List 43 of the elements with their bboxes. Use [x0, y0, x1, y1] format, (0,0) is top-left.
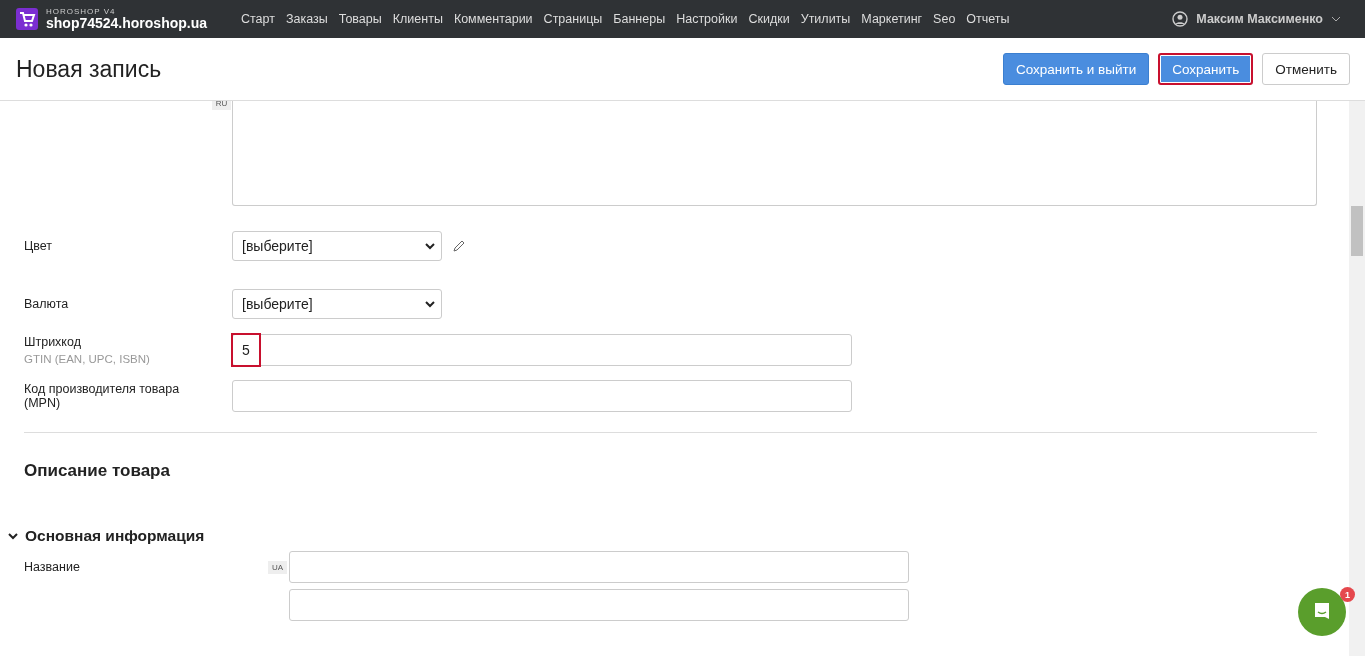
- nav-link[interactable]: Скидки: [748, 12, 790, 26]
- select-field[interactable]: [выберите]: [232, 231, 442, 261]
- cart-logo-icon[interactable]: [16, 8, 38, 30]
- user-avatar-icon[interactable]: [1172, 11, 1189, 27]
- chevron-icon[interactable]: [8, 532, 18, 540]
- text-field[interactable]: [289, 589, 909, 621]
- nav-link[interactable]: Страницы: [543, 12, 603, 26]
- section-title: Описание товара: [24, 461, 171, 481]
- pencil-icon[interactable]: [452, 239, 466, 253]
- field-label: Код производителя товара (MPN): [24, 382, 181, 410]
- nav-link[interactable]: Старт: [241, 12, 275, 26]
- nav-link[interactable]: Клиенты: [392, 12, 443, 26]
- page-title: Новая запись: [16, 55, 162, 83]
- select-field[interactable]: [выберите]: [232, 289, 442, 319]
- text-field[interactable]: 5: [232, 334, 852, 366]
- scrollbar[interactable]: [1349, 101, 1365, 656]
- field-label: Название: [24, 560, 81, 574]
- language-tag: UA: [268, 560, 287, 574]
- chevron-down-icon[interactable]: [425, 242, 435, 250]
- nav-link[interactable]: Комментарии: [453, 12, 533, 26]
- nav-link[interactable]: Товары: [338, 12, 382, 26]
- nav-link[interactable]: Seo: [933, 12, 956, 26]
- text-field[interactable]: [289, 551, 909, 583]
- nav-link[interactable]: Маркетинг: [861, 12, 923, 26]
- field-label: Цвет: [24, 239, 53, 253]
- group-title[interactable]: Основная информация: [25, 527, 205, 545]
- user-name[interactable]: Максим Максименко: [1196, 12, 1323, 26]
- field-hint: GTIN (EAN, UPC, ISBN): [24, 353, 151, 365]
- field-label: Штрихкод: [24, 335, 82, 349]
- nav-link[interactable]: Настройки: [676, 12, 738, 26]
- cancel-button[interactable]: Отменить: [1262, 53, 1350, 85]
- language-tag: RU: [212, 101, 231, 110]
- nav-link[interactable]: Заказы: [285, 12, 328, 26]
- nav-link[interactable]: Баннеры: [613, 12, 666, 26]
- chat-button[interactable]: [1298, 588, 1346, 636]
- nav-link[interactable]: Отчеты: [966, 12, 1010, 26]
- brand-subtitle: HOROSHOP V4: [46, 8, 117, 16]
- field-label: Валюта: [24, 297, 70, 311]
- speech-bubble-icon[interactable]: [1313, 602, 1331, 622]
- text-field[interactable]: [232, 380, 852, 412]
- shop-domain[interactable]: shop74524.horoshop.ua: [46, 16, 208, 30]
- chevron-down-icon[interactable]: [425, 300, 435, 308]
- nav-link[interactable]: Утилиты: [800, 12, 851, 26]
